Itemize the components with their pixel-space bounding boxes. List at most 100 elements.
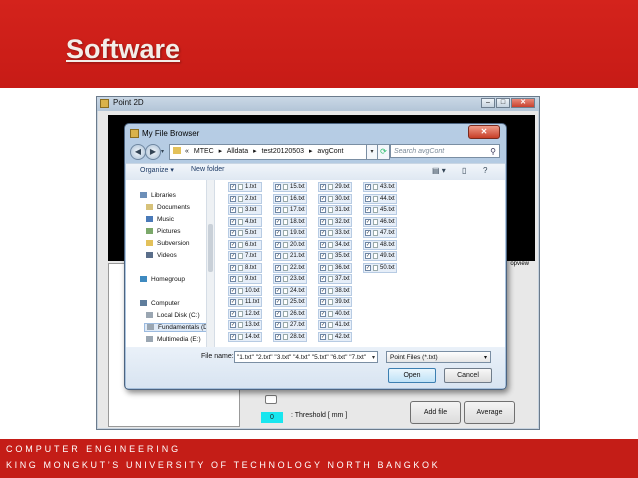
file-item[interactable]: ✓ 15.txt — [273, 182, 307, 192]
file-checkbox[interactable]: ✓ — [230, 333, 236, 340]
file-item[interactable]: ✓ 2.txt — [228, 193, 262, 204]
nav-libraries[interactable]: Libraries — [140, 192, 176, 199]
back-button[interactable]: ◀ — [130, 144, 146, 160]
file-checkbox[interactable]: ✓ — [275, 184, 281, 190]
view-options-icon[interactable]: ▤ ▾ — [432, 166, 446, 175]
file-item[interactable]: ✓ 35.txt — [318, 251, 352, 261]
file-item[interactable]: ✓ 43.txt — [363, 182, 397, 192]
file-checkbox[interactable]: ✓ — [365, 230, 371, 236]
nav-music[interactable]: Music — [146, 216, 174, 223]
file-checkbox[interactable]: ✓ — [275, 218, 281, 225]
file-item[interactable]: ✓ 9.txt — [228, 274, 262, 284]
file-item[interactable]: ✓ 26.txt — [273, 308, 307, 319]
file-checkbox[interactable]: ✓ — [275, 241, 281, 248]
file-checkbox[interactable]: ✓ — [275, 253, 281, 259]
maximize-button[interactable]: □ — [496, 98, 510, 108]
file-checkbox[interactable]: ✓ — [275, 195, 281, 202]
file-checkbox[interactable]: ✓ — [365, 253, 371, 259]
breadcrumb-test20120503[interactable]: test20120503 — [262, 148, 304, 155]
file-checkbox[interactable]: ✓ — [320, 299, 326, 305]
file-item[interactable]: ✓ 10.txt — [228, 285, 262, 296]
file-checkbox[interactable]: ✓ — [320, 218, 326, 225]
file-checkbox[interactable]: ✓ — [230, 184, 236, 190]
file-item[interactable]: ✓ 45.txt — [363, 205, 397, 215]
add-file-button[interactable]: Add file — [410, 401, 461, 424]
file-item[interactable]: ✓ 44.txt — [363, 193, 397, 204]
file-item[interactable]: ✓ 41.txt — [318, 320, 352, 330]
file-item[interactable]: ✓ 24.txt — [273, 285, 307, 296]
file-item[interactable]: ✓ 49.txt — [363, 251, 397, 261]
cancel-button[interactable]: Cancel — [444, 368, 492, 383]
file-item[interactable]: ✓ 19.txt — [273, 228, 307, 238]
file-item[interactable]: ✓ 7.txt — [228, 251, 262, 261]
file-checkbox[interactable]: ✓ — [320, 253, 326, 259]
search-input[interactable]: Search avgCont ⚲ — [390, 144, 500, 158]
open-button[interactable]: Open — [388, 368, 436, 383]
file-checkbox[interactable]: ✓ — [320, 195, 326, 202]
file-item[interactable]: ✓ 13.txt — [228, 320, 262, 330]
file-checkbox[interactable]: ✓ — [320, 230, 326, 236]
file-checkbox[interactable]: ✓ — [320, 310, 326, 317]
file-checkbox[interactable]: ✓ — [320, 184, 326, 190]
file-checkbox[interactable]: ✓ — [365, 241, 371, 248]
file-checkbox[interactable]: ✓ — [365, 207, 371, 213]
file-checkbox[interactable]: ✓ — [230, 218, 236, 225]
file-item[interactable]: ✓ 29.txt — [318, 182, 352, 192]
forward-button[interactable]: ▶ — [145, 144, 161, 160]
file-item[interactable]: ✓ 47.txt — [363, 228, 397, 238]
file-checkbox[interactable]: ✓ — [230, 241, 236, 248]
nav-documents[interactable]: Documents — [146, 204, 190, 211]
file-item[interactable]: ✓ 42.txt — [318, 331, 352, 342]
file-checkbox[interactable]: ✓ — [320, 276, 326, 282]
file-item[interactable]: ✓ 6.txt — [228, 239, 262, 250]
file-item[interactable]: ✓ 38.txt — [318, 285, 352, 296]
file-checkbox[interactable]: ✓ — [275, 207, 281, 213]
file-checkbox[interactable]: ✓ — [230, 207, 236, 213]
breadcrumb-avgcont[interactable]: avgCont — [317, 148, 343, 155]
file-checkbox[interactable]: ✓ — [230, 230, 236, 236]
file-item[interactable]: ✓ 20.txt — [273, 239, 307, 250]
point2d-titlebar[interactable]: Point 2D – □ ✕ — [97, 97, 539, 111]
file-item[interactable]: ✓ 14.txt — [228, 331, 262, 342]
file-checkbox[interactable]: ✓ — [230, 253, 236, 259]
chevron-down-icon[interactable]: ▾ — [161, 148, 164, 155]
nav-scrollbar[interactable] — [206, 180, 214, 347]
file-checkbox[interactable]: ✓ — [365, 218, 371, 225]
file-checkbox[interactable]: ✓ — [320, 207, 326, 213]
organize-menu[interactable]: Organize ▾ — [140, 166, 174, 174]
file-checkbox[interactable]: ✓ — [320, 287, 326, 294]
chevron-down-icon[interactable]: ▾ — [371, 352, 375, 362]
file-checkbox[interactable]: ✓ — [275, 322, 281, 328]
file-item[interactable]: ✓ 37.txt — [318, 274, 352, 284]
file-item[interactable]: ✓ 30.txt — [318, 193, 352, 204]
file-checkbox[interactable]: ✓ — [320, 333, 326, 340]
file-checkbox[interactable]: ✓ — [320, 264, 326, 271]
file-item[interactable]: ✓ 34.txt — [318, 239, 352, 250]
nav-fundamentals[interactable]: Fundamentals (D — [144, 323, 211, 332]
file-item[interactable]: ✓ 32.txt — [318, 216, 352, 227]
file-item[interactable]: ✓ 8.txt — [228, 262, 262, 273]
file-item[interactable]: ✓ 17.txt — [273, 205, 307, 215]
preview-pane-icon[interactable]: ▯ — [462, 166, 466, 175]
file-item[interactable]: ✓ 12.txt — [228, 308, 262, 319]
file-item[interactable]: ✓ 22.txt — [273, 262, 307, 273]
file-item[interactable]: ✓ 16.txt — [273, 193, 307, 204]
file-item[interactable]: ✓ 39.txt — [318, 297, 352, 307]
file-checkbox[interactable]: ✓ — [275, 333, 281, 340]
nav-homegroup[interactable]: Homegroup — [140, 276, 185, 283]
file-checkbox[interactable]: ✓ — [275, 276, 281, 282]
file-checkbox[interactable]: ✓ — [275, 264, 281, 271]
filetype-select[interactable]: Point Files (*.txt) ▾ — [386, 351, 491, 363]
file-checkbox[interactable]: ✓ — [365, 184, 371, 190]
file-item[interactable]: ✓ 5.txt — [228, 228, 262, 238]
average-button[interactable]: Average — [464, 401, 515, 424]
file-item[interactable]: ✓ 36.txt — [318, 262, 352, 273]
file-item[interactable]: ✓ 27.txt — [273, 320, 307, 330]
file-checkbox[interactable]: ✓ — [365, 264, 371, 271]
file-checkbox[interactable]: ✓ — [320, 241, 326, 248]
file-checkbox[interactable]: ✓ — [230, 276, 236, 282]
close-button[interactable]: ✕ — [511, 98, 535, 108]
file-checkbox[interactable]: ✓ — [230, 322, 236, 328]
breadcrumb-mtec[interactable]: MTEC — [194, 148, 214, 155]
file-item[interactable]: ✓ 40.txt — [318, 308, 352, 319]
